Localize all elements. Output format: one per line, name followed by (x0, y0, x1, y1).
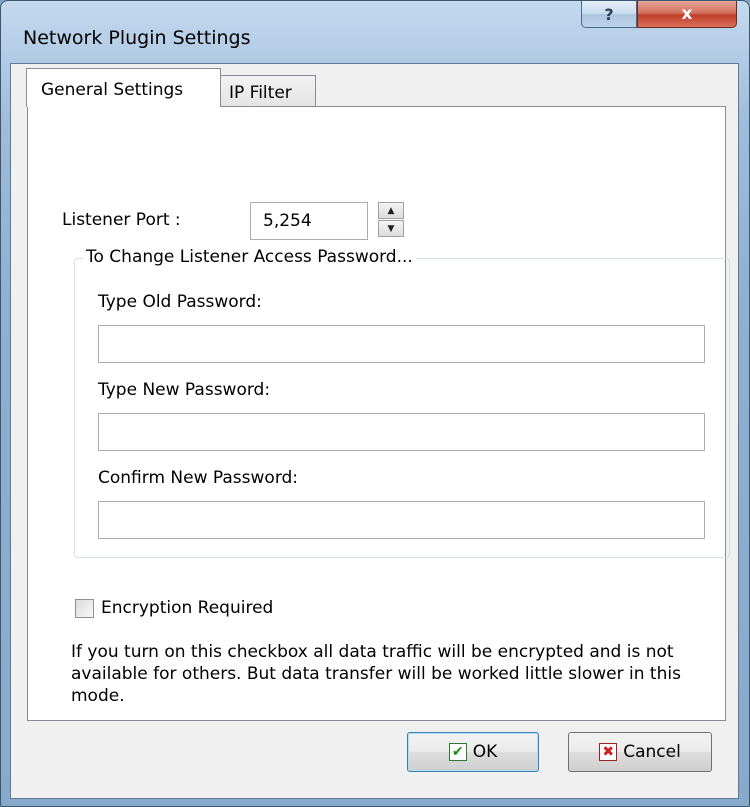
general-settings-panel: Listener Port : 5,254 ▲ ▼ To Change List… (27, 106, 730, 721)
old-password-label: Type Old Password: (98, 292, 262, 312)
new-password-input[interactable] (98, 413, 705, 451)
ok-button-label: OK (472, 742, 498, 762)
tab-ip-filter[interactable]: IP Filter (220, 75, 316, 108)
close-button[interactable]: x (637, 1, 737, 28)
network-plugin-settings-dialog: Network Plugin Settings ? x General Sett… (0, 0, 750, 807)
tab-general-settings[interactable]: General Settings (26, 68, 221, 107)
new-password-label: Type New Password: (98, 380, 271, 400)
spin-down-icon: ▼ (387, 223, 395, 234)
ok-button[interactable]: ✔ OK (407, 732, 539, 772)
port-increment-button[interactable]: ▲ (378, 202, 404, 219)
confirm-password-label: Confirm New Password: (98, 468, 299, 488)
encryption-label[interactable]: Encryption Required (101, 598, 273, 618)
window-title: Network Plugin Settings (23, 27, 251, 49)
dialog-client-area: General Settings IP Filter Listener Port… (10, 63, 739, 799)
x-mark-icon: ✖ (599, 743, 618, 761)
listener-port-input[interactable]: 5,254 (250, 202, 368, 240)
listener-port-label: Listener Port : (62, 210, 181, 230)
encryption-checkbox[interactable] (75, 599, 94, 618)
port-decrement-button[interactable]: ▼ (378, 220, 404, 237)
help-icon: ? (604, 4, 614, 24)
close-icon: x (681, 4, 693, 24)
old-password-input[interactable] (98, 325, 705, 363)
cancel-button[interactable]: ✖ Cancel (568, 732, 712, 772)
help-button[interactable]: ? (581, 1, 637, 28)
confirm-password-input[interactable] (98, 501, 705, 539)
encryption-description: If you turn on this checkbox all data tr… (71, 642, 681, 706)
checkmark-icon: ✔ (448, 743, 467, 761)
spin-up-icon: ▲ (387, 205, 395, 216)
cancel-button-label: Cancel (623, 742, 681, 762)
password-group-title: To Change Listener Access Password... (83, 247, 416, 267)
